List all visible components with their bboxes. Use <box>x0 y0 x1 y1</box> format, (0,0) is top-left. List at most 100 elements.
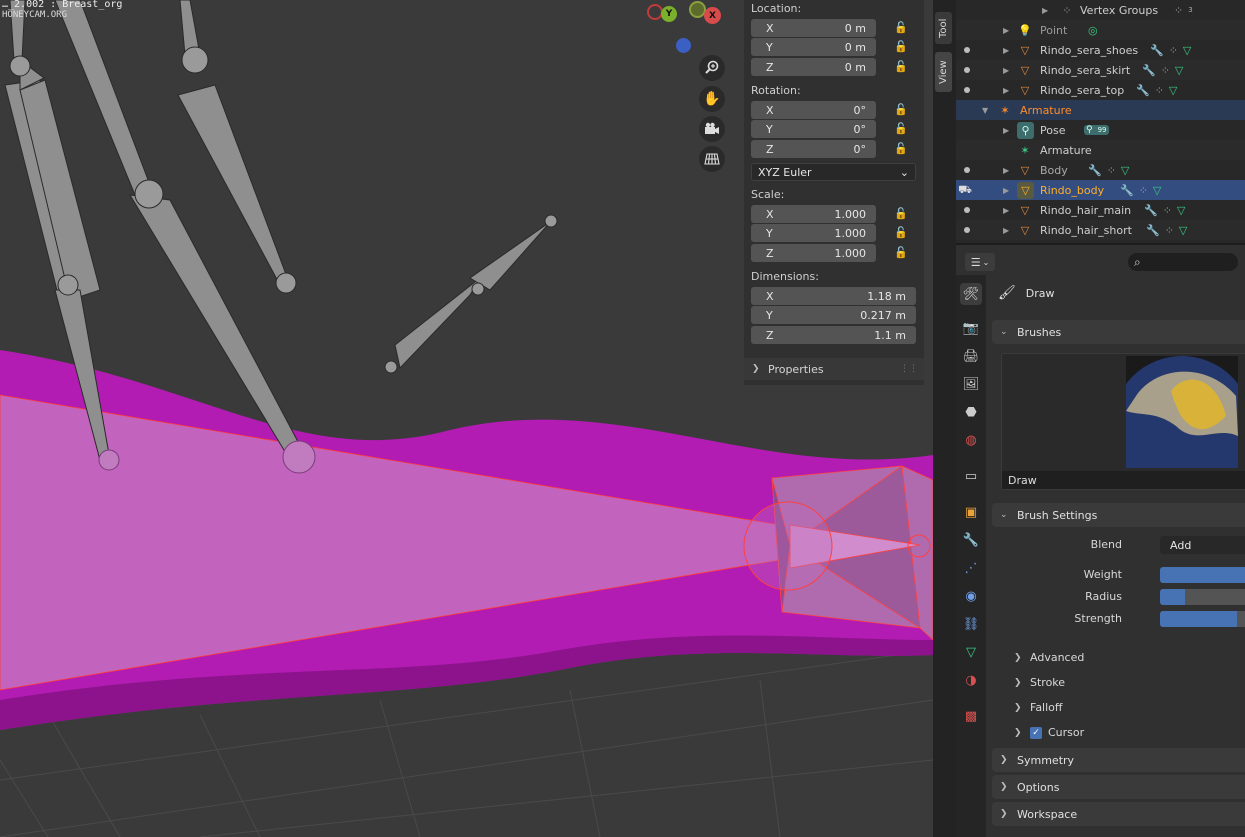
scale-x-field[interactable]: X 1.000 <box>751 205 876 223</box>
lock-icon[interactable]: 🔓 <box>894 226 908 240</box>
camera-icon[interactable] <box>699 116 725 142</box>
tab-data[interactable]: ▽ <box>960 641 982 663</box>
outliner-row[interactable]: ▶ ⁘ Vertex Groups ⁘ 3 <box>956 0 1245 20</box>
brush-settings-panel-header[interactable]: ⌄ Brush Settings <box>992 503 1245 527</box>
strength-slider[interactable]: 0 <box>1160 611 1245 627</box>
visibility-dot[interactable] <box>964 167 970 173</box>
outliner-row[interactable]: ▶ ▽ Rindo_sera_skirt 🔧 ⁘ ▽ <box>956 60 1245 80</box>
expand-triangle-icon[interactable]: ▶ <box>1003 126 1009 135</box>
visibility-dot[interactable] <box>964 207 970 213</box>
gizmo-y-axis[interactable]: Y <box>661 6 677 22</box>
lock-icon[interactable]: 🔓 <box>894 142 908 156</box>
visibility-dot[interactable] <box>964 67 970 73</box>
outliner-row[interactable]: ▶ ▽ Rindo_hair_main 🔧 ⁘ ▽ <box>956 200 1245 220</box>
rotation-mode-select[interactable]: XYZ Euler ⌄ <box>751 163 916 181</box>
expand-triangle-icon[interactable]: ▶ <box>1042 6 1048 15</box>
rotation-y-field[interactable]: Y 0° <box>751 120 876 138</box>
lock-icon[interactable]: 🔓 <box>894 246 908 260</box>
zoom-icon[interactable] <box>699 55 725 81</box>
tab-render[interactable]: 📷 <box>960 317 982 339</box>
outliner-row-selected[interactable]: ⛟ ▶ ▽ Rindo_body 🔧 ⁘ ▽ <box>956 180 1245 200</box>
visibility-dot[interactable] <box>964 47 970 53</box>
symmetry-panel-header[interactable]: ❯ Symmetry <box>992 748 1245 772</box>
brushes-panel-header[interactable]: ⌄ Brushes <box>992 320 1245 344</box>
tab-texture[interactable]: ▩ <box>960 705 982 727</box>
brush-preview[interactable]: Draw <box>1001 353 1245 490</box>
tab-modifiers[interactable]: 🔧 <box>960 529 982 551</box>
expand-triangle-icon[interactable]: ▶ <box>1003 46 1009 55</box>
rotation-x-field[interactable]: X 0° <box>751 101 876 119</box>
dimensions-y-field[interactable]: Y 0.217 m <box>751 306 916 324</box>
location-z-field[interactable]: Z 0 m <box>751 58 876 76</box>
lock-icon[interactable]: 🔓 <box>894 103 908 117</box>
options-panel-header[interactable]: ❯ Options <box>992 775 1245 799</box>
grid-icon[interactable] <box>699 146 725 172</box>
brush-name-field[interactable]: Draw <box>1002 471 1245 489</box>
outliner-row[interactable]: ▶ ▽ Rindo_sera_shoes 🔧 ⁘ ▽ <box>956 40 1245 60</box>
tab-physics[interactable]: ◉ <box>960 585 982 607</box>
hand-icon[interactable]: ✋ <box>699 86 725 112</box>
lock-icon[interactable]: 🔓 <box>894 40 908 54</box>
visibility-dot[interactable] <box>964 87 970 93</box>
lock-icon[interactable]: 🔓 <box>894 207 908 221</box>
gizmo-x-axis[interactable]: X <box>704 7 721 24</box>
cursor-checkbox[interactable]: ✓ <box>1030 726 1042 739</box>
tab-object[interactable]: ▣ <box>960 501 982 523</box>
properties-search-input[interactable]: ⌕ <box>1128 253 1238 271</box>
location-x-field[interactable]: X 0 m <box>751 19 876 37</box>
blend-select[interactable]: Add <box>1160 536 1245 554</box>
outliner-row[interactable]: ▶ ▽ Body 🔧 ⁘ ▽ <box>956 160 1245 180</box>
radius-slider[interactable]: 7 <box>1160 589 1245 605</box>
lock-icon[interactable]: 🔓 <box>894 122 908 136</box>
tab-output[interactable]: 🖨 <box>960 345 982 367</box>
scale-z-field[interactable]: Z 1.000 <box>751 244 876 262</box>
tab-world[interactable]: ◍ <box>960 429 982 451</box>
tab-view[interactable]: View <box>935 52 952 92</box>
cursor-subpanel[interactable]: ❯ ✓ Cursor <box>1014 726 1084 739</box>
stroke-subpanel[interactable]: ❯ Stroke <box>1014 676 1065 689</box>
weight-paint-mode-icon[interactable]: ⛟ <box>958 183 972 197</box>
outliner-row[interactable]: ▶ ⚲ Pose ⚲ 99 <box>956 120 1245 140</box>
expand-triangle-icon[interactable]: ▶ <box>1003 66 1009 75</box>
field-value: 0 m <box>844 40 866 54</box>
expand-triangle-icon[interactable]: ▶ <box>1003 186 1009 195</box>
tab-constraints[interactable]: ⛓ <box>960 613 982 635</box>
tab-view-layer[interactable]: 🖼 <box>960 373 982 395</box>
advanced-subpanel[interactable]: ❯ Advanced <box>1014 651 1084 664</box>
lock-icon[interactable]: 🔓 <box>894 21 908 35</box>
gizmo-z-axis[interactable] <box>676 38 691 53</box>
outliner-row[interactable]: ▶ 💡 Point ◎ <box>956 20 1245 40</box>
outliner-row[interactable]: ▶ ▽ Rindo_hair_short 🔧 ⁘ ▽ <box>956 220 1245 240</box>
tab-collection[interactable]: ▭ <box>960 465 982 487</box>
location-y-field[interactable]: Y 0 m <box>751 38 876 56</box>
expand-triangle-icon[interactable]: ▶ <box>1003 226 1009 235</box>
editor-type-button[interactable]: ☰ ⌄ <box>965 253 995 271</box>
tab-particles[interactable]: ⋰ <box>960 557 982 579</box>
visibility-dot[interactable] <box>964 227 970 233</box>
tab-tool[interactable]: Tool <box>935 12 952 44</box>
outliner-row[interactable]: ▶ ▽ Rindo_sera_top 🔧 ⁘ ▽ <box>956 80 1245 100</box>
outliner-row[interactable]: ✶ Armature <box>956 140 1245 160</box>
dimensions-z-field[interactable]: Z 1.1 m <box>751 326 916 344</box>
drag-handle-icon[interactable]: ⋮⋮ <box>900 364 918 374</box>
chevron-right-icon: ❯ <box>1014 727 1022 738</box>
outliner-row[interactable]: ▼ ✶ Armature <box>956 100 1245 120</box>
expand-triangle-icon[interactable]: ▶ <box>1003 86 1009 95</box>
expand-triangle-icon[interactable]: ▶ <box>1003 26 1009 35</box>
tab-tool-settings[interactable]: 🛠 <box>960 283 982 305</box>
collapse-triangle-icon[interactable]: ▼ <box>982 106 988 115</box>
rotation-z-field[interactable]: Z 0° <box>751 140 876 158</box>
lock-icon[interactable]: 🔓 <box>894 60 908 74</box>
outliner[interactable]: ▶ ⁘ Vertex Groups ⁘ 3 ▶ 💡 Point ◎ ▶ ▽ Rin… <box>956 0 1245 243</box>
3d-viewport[interactable]: …_2.002 : Breast_org HONEYCAM.ORG Y X ✋ … <box>0 0 933 837</box>
properties-subpanel-header[interactable]: ❯ Properties ⋮⋮ <box>744 358 924 380</box>
expand-triangle-icon[interactable]: ▶ <box>1003 206 1009 215</box>
dimensions-x-field[interactable]: X 1.18 m <box>751 287 916 305</box>
scale-y-field[interactable]: Y 1.000 <box>751 224 876 242</box>
workspace-panel-header[interactable]: ❯ Workspace <box>992 802 1245 826</box>
expand-triangle-icon[interactable]: ▶ <box>1003 166 1009 175</box>
weight-slider[interactable] <box>1160 567 1245 583</box>
tab-material[interactable]: ◑ <box>960 669 982 691</box>
falloff-subpanel[interactable]: ❯ Falloff <box>1014 701 1062 714</box>
tab-scene[interactable]: ⬣ <box>960 401 982 423</box>
